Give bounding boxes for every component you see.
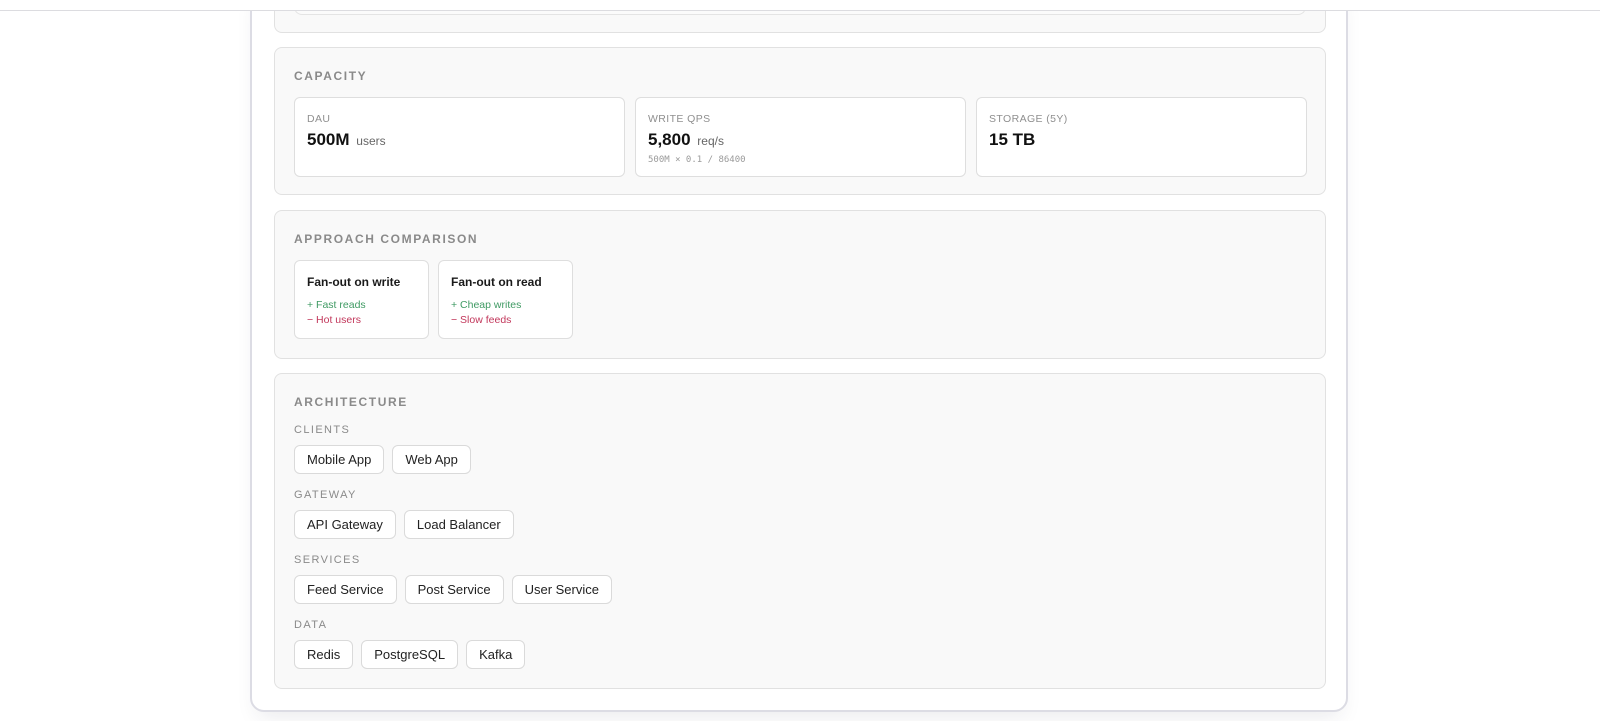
approach-title: APPROACH COMPARISON [294,232,479,246]
component-chip[interactable]: Kafka [466,640,526,669]
metric-label: DAU [307,113,331,125]
component-chip[interactable]: Feed Service [294,575,397,604]
layer-chips-services: Feed Service Post Service User Service [294,575,612,604]
metric-card-dau: DAU 500M users [294,97,625,177]
layer-title-services: SERVICES [294,554,361,566]
layer-title-clients: CLIENTS [294,424,351,436]
metric-value: 5,800 req/s [648,130,724,150]
metric-formula: 500M × 0.1 / 86400 [648,155,746,165]
component-chip[interactable]: Load Balancer [403,510,514,539]
metric-unit: users [356,134,386,148]
approach-con: − Slow feeds [451,314,512,326]
top-bar [0,0,1600,11]
component-chip[interactable]: Web App [392,445,471,474]
approach-comparison-section: APPROACH COMPARISON Fan-out on write + F… [274,210,1326,359]
layer-title-gateway: GATEWAY [294,489,357,501]
metric-unit: req/s [697,134,724,148]
approach-name: Fan-out on write [307,275,401,289]
component-chip[interactable]: Post Service [404,575,504,604]
metric-value: 15 TB [989,130,1035,150]
metric-value: 500M users [307,130,386,150]
component-chip[interactable]: API Gateway [294,510,396,539]
layer-chips-data: Redis PostgreSQL Kafka [294,640,526,669]
layer-chips-clients: Mobile App Web App [294,445,471,474]
approach-card-fanout-write: Fan-out on write + Fast reads − Hot user… [294,260,429,339]
metric-label: STORAGE (5Y) [989,113,1068,125]
metric-card-write-qps: WRITE QPS 5,800 req/s 500M × 0.1 / 86400 [635,97,966,177]
capacity-section: CAPACITY DAU 500M users WRITE QPS 5,800 … [274,47,1326,195]
component-chip[interactable]: User Service [511,575,612,604]
metric-card-storage: STORAGE (5Y) 15 TB [976,97,1307,177]
component-chip[interactable]: PostgreSQL [361,640,459,669]
approach-pro: + Cheap writes [451,299,522,311]
approach-name: Fan-out on read [451,275,542,289]
component-chip[interactable]: Mobile App [294,445,385,474]
layer-chips-gateway: API Gateway Load Balancer [294,510,514,539]
capacity-title: CAPACITY [294,69,368,83]
approach-pro: + Fast reads [307,299,366,311]
metric-label: WRITE QPS [648,113,711,125]
metric-value-number: 500M [307,130,350,149]
architecture-section: ARCHITECTURE CLIENTS Mobile App Web App … [274,373,1326,689]
layer-title-data: DATA [294,619,328,631]
approach-card-fanout-read: Fan-out on read + Cheap writes − Slow fe… [438,260,573,339]
metric-value-number: 5,800 [648,130,691,149]
approach-con: − Hot users [307,314,361,326]
component-chip[interactable]: Redis [294,640,354,669]
metric-value-number: 15 TB [989,130,1036,149]
architecture-title: ARCHITECTURE [294,395,408,409]
